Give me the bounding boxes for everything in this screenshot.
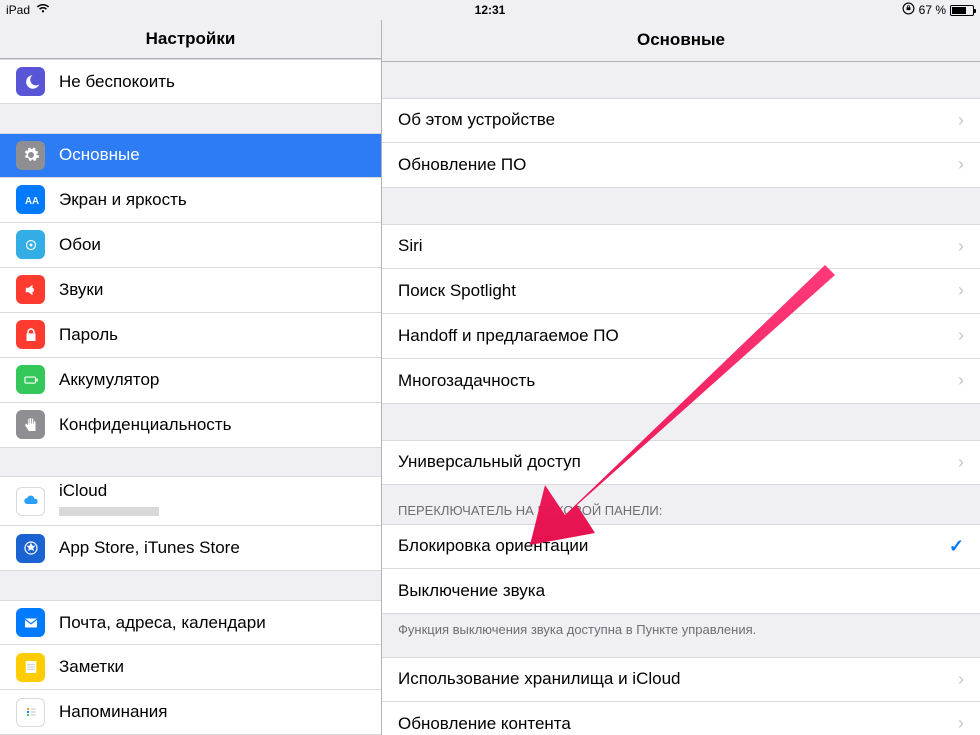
settings-sidebar: Настройки Не беспокоить Основные AA (0, 20, 382, 735)
gear-icon (16, 141, 45, 170)
row-label: Поиск Spotlight (398, 281, 958, 301)
sidebar-item-general[interactable]: Основные (0, 133, 381, 178)
sidebar-item-label: Обои (59, 235, 365, 255)
battery-icon (16, 365, 45, 394)
row-label: Блокировка ориентации (398, 536, 949, 556)
row-label: Выключение звука (398, 581, 964, 601)
detail-navbar: Основные (382, 20, 980, 62)
sidebar-item-notes[interactable]: Заметки (0, 645, 381, 690)
detail-row-mute[interactable]: Выключение звука (382, 569, 980, 614)
detail-row-about[interactable]: Об этом устройстве › (382, 98, 980, 143)
sidebar-item-privacy[interactable]: Конфиденциальность (0, 403, 381, 448)
sidebar-item-label: Пароль (59, 325, 365, 345)
section-header-side-switch: ПЕРЕКЛЮЧАТЕЛЬ НА БОКОВОЙ ПАНЕЛИ: (382, 485, 980, 524)
chevron-right-icon: › (958, 325, 964, 346)
chevron-right-icon: › (958, 370, 964, 391)
row-label: Обновление контента (398, 714, 958, 734)
detail-row-siri[interactable]: Siri › (382, 224, 980, 269)
detail-title: Основные (637, 30, 725, 50)
detail-row-lock-rotation[interactable]: Блокировка ориентации ✓ (382, 524, 980, 569)
sidebar-item-dnd[interactable]: Не беспокоить (0, 59, 381, 104)
wallpaper-icon (16, 230, 45, 259)
detail-row-background-refresh[interactable]: Обновление контента › (382, 702, 980, 735)
sidebar-item-display[interactable]: AA Экран и яркость (0, 178, 381, 223)
display-icon: AA (16, 185, 45, 214)
sidebar-item-mail[interactable]: Почта, адреса, календари (0, 600, 381, 645)
moon-icon (16, 67, 45, 96)
detail-row-spotlight[interactable]: Поиск Spotlight › (382, 269, 980, 314)
battery-icon (950, 5, 974, 16)
sidebar-item-label: App Store, iTunes Store (59, 538, 365, 558)
sidebar-item-label: Основные (59, 145, 365, 165)
svg-text:AA: AA (25, 196, 39, 207)
chevron-right-icon: › (958, 154, 964, 175)
notes-icon (16, 653, 45, 682)
row-label: Handoff и предлагаемое ПО (398, 326, 958, 346)
sidebar-item-label: Заметки (59, 657, 365, 677)
sidebar-item-label: Напоминания (59, 702, 365, 722)
hand-icon (16, 410, 45, 439)
sidebar-item-label: Конфиденциальность (59, 415, 365, 435)
sidebar-item-label: Не беспокоить (59, 72, 365, 92)
lock-icon (16, 320, 45, 349)
sidebar-item-label: Экран и яркость (59, 190, 365, 210)
sidebar-item-sounds[interactable]: Звуки (0, 268, 381, 313)
row-label: Об этом устройстве (398, 110, 958, 130)
status-time: 12:31 (475, 3, 506, 17)
battery-pct: 67 % (919, 3, 946, 17)
wifi-icon (36, 3, 50, 17)
chevron-right-icon: › (958, 110, 964, 131)
orientation-lock-icon (902, 2, 915, 18)
chevron-right-icon: › (958, 280, 964, 301)
sidebar-item-passcode[interactable]: Пароль (0, 313, 381, 358)
appstore-icon (16, 534, 45, 563)
icloud-icon (16, 487, 45, 516)
detail-row-accessibility[interactable]: Универсальный доступ › (382, 440, 980, 485)
sidebar-item-battery[interactable]: Аккумулятор (0, 358, 381, 403)
status-bar: iPad 12:31 67 % (0, 0, 980, 20)
sidebar-item-label: Звуки (59, 280, 365, 300)
row-label: Обновление ПО (398, 155, 958, 175)
detail-row-handoff[interactable]: Handoff и предлагаемое ПО › (382, 314, 980, 359)
detail-panel: Основные Об этом устройстве › Обновление… (382, 20, 980, 735)
reminders-icon (16, 698, 45, 727)
chevron-right-icon: › (958, 713, 964, 734)
sidebar-navbar: Настройки (0, 20, 381, 59)
row-label: Использование хранилища и iCloud (398, 669, 958, 689)
detail-row-storage[interactable]: Использование хранилища и iCloud › (382, 657, 980, 702)
row-label: Многозадачность (398, 371, 958, 391)
mail-icon (16, 608, 45, 637)
chevron-right-icon: › (958, 452, 964, 473)
chevron-right-icon: › (958, 236, 964, 257)
chevron-right-icon: › (958, 669, 964, 690)
row-label: Siri (398, 236, 958, 256)
sidebar-item-label: Аккумулятор (59, 370, 365, 390)
sidebar-item-appstore[interactable]: App Store, iTunes Store (0, 526, 381, 571)
sidebar-item-icloud[interactable]: iCloud (0, 476, 381, 526)
section-footer-side-switch: Функция выключения звука доступна в Пунк… (382, 614, 980, 643)
sidebar-item-reminders[interactable]: Напоминания (0, 690, 381, 735)
sidebar-item-label: iCloud (59, 477, 365, 525)
detail-row-multitasking[interactable]: Многозадачность › (382, 359, 980, 404)
device-name: iPad (6, 3, 30, 17)
sidebar-item-label: Почта, адреса, календари (59, 613, 365, 633)
row-label: Универсальный доступ (398, 452, 958, 472)
checkmark-icon: ✓ (949, 536, 964, 557)
detail-row-software-update[interactable]: Обновление ПО › (382, 143, 980, 188)
sidebar-item-wallpaper[interactable]: Обои (0, 223, 381, 268)
sidebar-title: Настройки (146, 29, 236, 49)
speaker-icon (16, 275, 45, 304)
